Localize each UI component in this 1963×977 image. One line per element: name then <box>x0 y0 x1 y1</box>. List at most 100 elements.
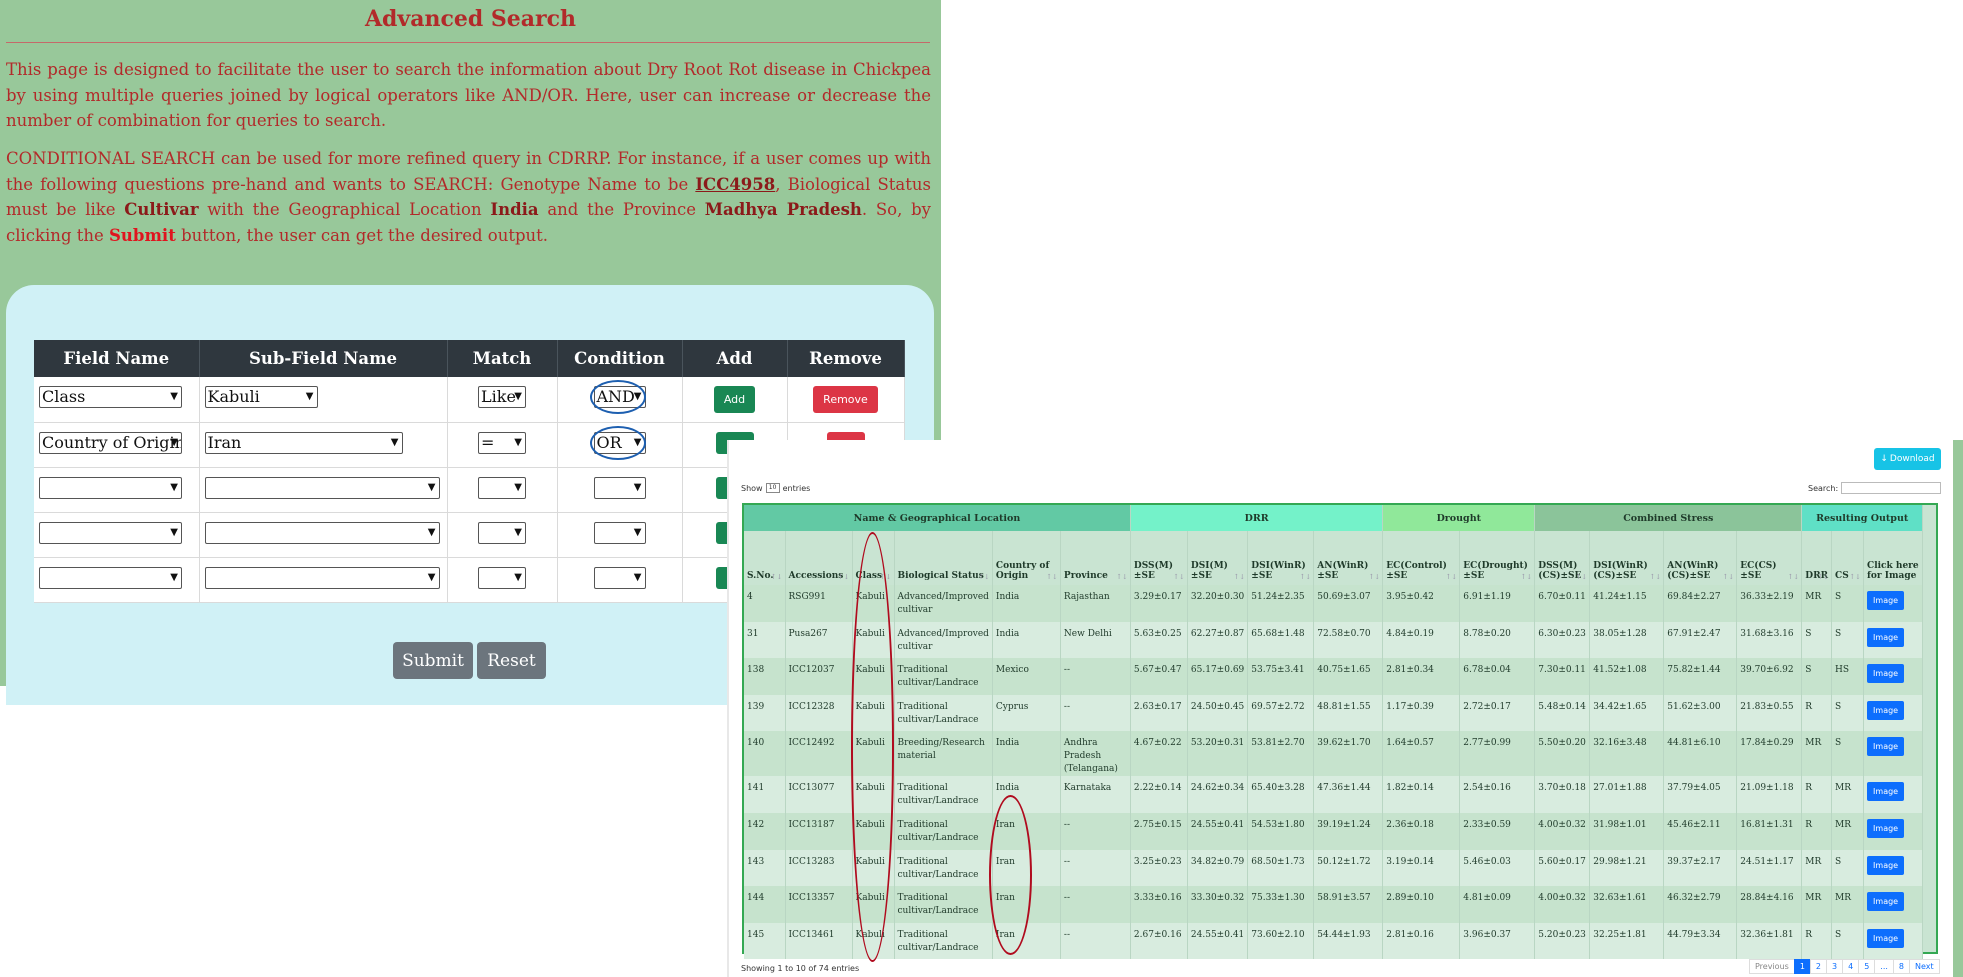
column-header-label: EC(Control) ±SE <box>1386 561 1447 581</box>
entries-per-page-select[interactable]: 10 <box>765 483 780 493</box>
view-image-button[interactable]: Image <box>1867 818 1905 838</box>
table-cell: 139 <box>744 694 786 732</box>
pagination-item[interactable]: 3 <box>1826 959 1844 974</box>
field-name-select[interactable]: Class ▼ <box>39 386 182 409</box>
match-select[interactable]: Like ▼ <box>478 386 526 409</box>
column-header[interactable]: Country of Origin ↑↓ <box>992 531 1061 585</box>
table-cell: 34.42±1.65 <box>1589 694 1665 732</box>
column-header[interactable]: DSS(M) (CS)±SE ↑↓ <box>1534 531 1591 585</box>
reset-button[interactable]: Reset <box>477 642 546 679</box>
pagination-item[interactable]: 2 <box>1809 959 1827 974</box>
table-cell: 24.62±0.34 <box>1187 776 1249 813</box>
chevron-down-icon: ▼ <box>514 526 522 538</box>
table-cell: 4.00±0.32 <box>1534 886 1591 923</box>
group-drought: Drought <box>1382 505 1536 531</box>
field-name-select[interactable]: Country of Origin ▼ <box>39 431 182 454</box>
condition-select[interactable]: AND ▼ <box>593 386 646 409</box>
table-cell: 5.20±0.23 <box>1534 922 1591 960</box>
search-input[interactable] <box>1841 482 1942 494</box>
column-header[interactable]: Class ↑↓ <box>852 531 895 585</box>
column-header[interactable]: DRR ↑↓ <box>1801 531 1833 585</box>
pagination-item[interactable]: 8 <box>1892 959 1911 974</box>
table-cell: 2.81±0.16 <box>1382 922 1461 960</box>
sub-field-select[interactable]: Kabuli ▼ <box>204 386 318 409</box>
table-cell: R <box>1801 812 1833 850</box>
table-cell: 32.36±1.81 <box>1736 922 1803 960</box>
column-header[interactable]: EC(Drought) ±SE ↑↓ <box>1459 531 1536 585</box>
column-header[interactable]: Biological Status ↑↓ <box>894 531 993 585</box>
field-name-select[interactable]: ▼ <box>39 521 182 544</box>
column-header-label: Click here for Image <box>1867 561 1919 581</box>
select-value: Iran <box>207 432 242 452</box>
view-image-button[interactable]: Image <box>1867 700 1905 720</box>
column-header-label: CS <box>1835 571 1849 581</box>
table-cell: 5.60±0.17 <box>1534 849 1591 887</box>
view-image-button[interactable]: Image <box>1867 782 1905 802</box>
view-image-button[interactable]: Image <box>1867 737 1905 757</box>
column-header[interactable]: CS ↑↓ <box>1831 531 1865 585</box>
match-select[interactable]: ▼ <box>478 521 526 544</box>
pagination-item[interactable]: Previous <box>1749 959 1795 974</box>
sub-field-select[interactable]: ▼ <box>204 476 440 499</box>
sort-icon: ↑↓ <box>1849 573 1862 581</box>
page-background-edge <box>1953 440 1963 977</box>
column-header[interactable]: DSI(WinR) ±SE ↑↓ <box>1247 531 1315 585</box>
column-header[interactable]: DSS(M) ±SE ↑↓ <box>1130 531 1188 585</box>
chevron-down-icon: ▼ <box>514 571 522 583</box>
pagination-item[interactable]: Next <box>1909 959 1940 974</box>
column-header[interactable]: AN(WinR) ±SE ↑↓ <box>1313 531 1384 585</box>
table-cell: MR <box>1831 886 1865 923</box>
view-image-button[interactable]: Image <box>1867 627 1905 647</box>
pagination-item[interactable]: 4 <box>1842 959 1860 974</box>
table-cell: 39.62±1.70 <box>1313 731 1384 777</box>
view-image-button[interactable]: Image <box>1867 892 1905 912</box>
pagination-item[interactable]: 5 <box>1858 959 1876 974</box>
remove-row-button[interactable]: Remove <box>813 385 878 413</box>
table-cell: S <box>1831 694 1865 732</box>
column-header[interactable]: Province ↑↓ <box>1060 531 1131 585</box>
table-cell: S <box>1831 731 1865 777</box>
pagination-item[interactable]: 1 <box>1793 959 1811 974</box>
pagination-item[interactable]: ... <box>1874 959 1894 974</box>
field-name-select[interactable]: ▼ <box>39 476 182 499</box>
table-cell: 45.46±2.11 <box>1663 812 1738 850</box>
column-header[interactable]: EC(Control) ±SE ↑↓ <box>1382 531 1461 585</box>
table-row: 138 ICC12037 Kabuli Traditional cultivar/La… <box>744 658 1924 695</box>
add-row-button[interactable]: Add <box>713 385 756 413</box>
table-cell: 65.40±3.28 <box>1247 776 1315 813</box>
match-select[interactable]: ▼ <box>478 566 526 589</box>
view-image-button[interactable]: Image <box>1867 855 1905 875</box>
condition-select[interactable]: OR ▼ <box>593 431 646 454</box>
table-cell: Kabuli <box>852 849 895 887</box>
genotype-example-link[interactable]: ICC4958 <box>695 175 775 194</box>
view-image-button[interactable]: Image <box>1867 664 1905 684</box>
view-image-button[interactable]: Image <box>1867 928 1905 948</box>
download-button[interactable]: ↓ Download <box>1874 448 1941 470</box>
table-cell: 4.84±0.19 <box>1382 621 1461 659</box>
sub-field-select[interactable]: ▼ <box>204 521 440 544</box>
column-header[interactable]: AN(WinR) (CS)±SE ↑↓ <box>1663 531 1738 585</box>
column-header[interactable]: Accessions ↑↓ <box>785 531 853 585</box>
view-image-button[interactable]: Image <box>1867 591 1905 610</box>
column-header[interactable]: DSI(M) ±SE ↑↓ <box>1187 531 1249 585</box>
column-header[interactable]: DSI(WinR) (CS)±SE ↑↓ <box>1589 531 1665 585</box>
field-name-select[interactable]: ▼ <box>39 566 182 589</box>
table-cell: S <box>1831 849 1865 887</box>
match-select[interactable]: = ▼ <box>478 431 526 454</box>
table-cell: Iran <box>992 922 1061 960</box>
match-select[interactable]: ▼ <box>478 476 526 499</box>
table-cell: 5.67±0.47 <box>1130 658 1188 695</box>
column-header[interactable]: S.No. ↑↓ <box>744 531 786 585</box>
column-header[interactable]: Click here for Image <box>1863 531 1924 585</box>
condition-select[interactable]: ▼ <box>593 476 646 499</box>
table-cell: Iran <box>992 849 1061 887</box>
submit-button[interactable]: Submit <box>393 642 473 679</box>
condition-select[interactable]: ▼ <box>593 566 646 589</box>
sort-icon: ↑↓ <box>1649 573 1662 581</box>
condition-select[interactable]: ▼ <box>593 521 646 544</box>
sub-field-select[interactable]: Iran ▼ <box>204 431 403 454</box>
column-header[interactable]: EC(CS) ±SE ↑↓ <box>1736 531 1803 585</box>
table-cell: 24.50±0.45 <box>1187 694 1249 732</box>
sub-field-select[interactable]: ▼ <box>204 566 440 589</box>
column-header-label: EC(Drought) ±SE <box>1463 561 1528 581</box>
